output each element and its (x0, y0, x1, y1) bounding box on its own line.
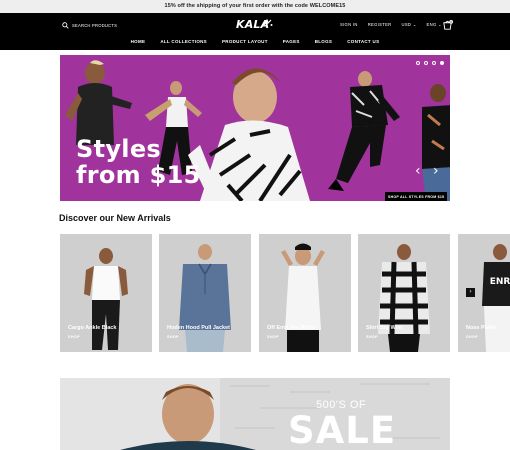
product-title[interactable]: Nose Puller (466, 325, 496, 331)
nav-home[interactable]: HOME (131, 39, 146, 44)
slider-dot[interactable] (432, 61, 436, 65)
slider-prev-arrow[interactable]: ‹ (415, 163, 421, 179)
new-arrivals-title: Discover our New Arrivals (59, 213, 171, 223)
search-icon[interactable] (62, 21, 69, 29)
sale-banner[interactable]: 500'S OF SALE (60, 378, 450, 450)
product-title[interactable]: Shirt Big Whit (366, 325, 402, 331)
slider-next-arrow[interactable]: › (433, 163, 439, 179)
nav-blogs[interactable]: BLOGS (315, 39, 333, 44)
product-carousel: Cargo Ankle Black SHOP Hoden Hood Pull J… (60, 234, 510, 352)
product-shop-link[interactable]: SHOP (267, 335, 279, 339)
nav-all-collections[interactable]: ALL COLLECTIONS (160, 39, 207, 44)
hero-headline-line1: Styles (76, 135, 161, 163)
slider-dot-active[interactable] (440, 61, 444, 65)
register-link[interactable]: REGISTER (368, 22, 392, 27)
currency-select[interactable]: USD ⌄ (402, 22, 417, 27)
product-title[interactable]: Cargo Ankle Black (68, 325, 116, 331)
announcement-bar: 15% off the shipping of your first order… (0, 0, 510, 13)
nav-product-layout[interactable]: PRODUCT LAYOUT (222, 39, 268, 44)
slider-dot[interactable] (416, 61, 420, 65)
svg-text:ENR: ENR (490, 277, 510, 287)
nav-pages[interactable]: PAGES (283, 39, 300, 44)
nav-contact-us[interactable]: CONTACT US (347, 39, 379, 44)
slider-dots (416, 61, 444, 65)
logo-mark-icon (263, 19, 273, 26)
banner-headline: SALE (288, 409, 397, 450)
product-shop-link[interactable]: SHOP (68, 335, 80, 339)
product-title[interactable]: Off Emb Tee White (267, 325, 315, 331)
hero-headline: Styles from $15 (76, 136, 201, 188)
product-shop-link[interactable]: SHOP (167, 335, 179, 339)
product-card[interactable]: Cargo Ankle Black SHOP (60, 234, 152, 352)
shop-all-styles-button[interactable]: SHOP ALL STYLES FROM $15 (385, 192, 448, 201)
product-card[interactable]: Shirt Big Whit SHOP (358, 234, 450, 352)
product-title[interactable]: Hoden Hood Pull Jacket (167, 325, 230, 331)
slider-dot[interactable] (424, 61, 428, 65)
sign-in-link[interactable]: SIGN IN (340, 22, 358, 27)
account-links: SIGN IN REGISTER USD ⌄ ENG ⌄ (340, 22, 442, 27)
hero-slider[interactable]: Styles from $15 ‹ › SHOP ALL STYLES FROM… (60, 55, 450, 201)
site-header: KALA SIGN IN REGISTER USD ⌄ ENG ⌄ 0 HOME… (0, 13, 510, 50)
main-nav: HOME ALL COLLECTIONS PRODUCT LAYOUT PAGE… (0, 39, 510, 44)
language-select[interactable]: ENG ⌄ (427, 22, 442, 27)
product-card[interactable]: Off Emb Tee White SHOP (259, 234, 351, 352)
cart-icon[interactable]: 0 (442, 20, 453, 31)
product-card[interactable]: Hoden Hood Pull Jacket SHOP (159, 234, 251, 352)
search-input[interactable] (72, 20, 152, 30)
hero-headline-line2: from $15 (76, 161, 201, 189)
product-shop-link[interactable]: SHOP (366, 335, 378, 339)
carousel-next-button[interactable]: › (466, 288, 475, 297)
product-shop-link[interactable]: SHOP (466, 335, 478, 339)
search-bar[interactable] (62, 20, 152, 30)
